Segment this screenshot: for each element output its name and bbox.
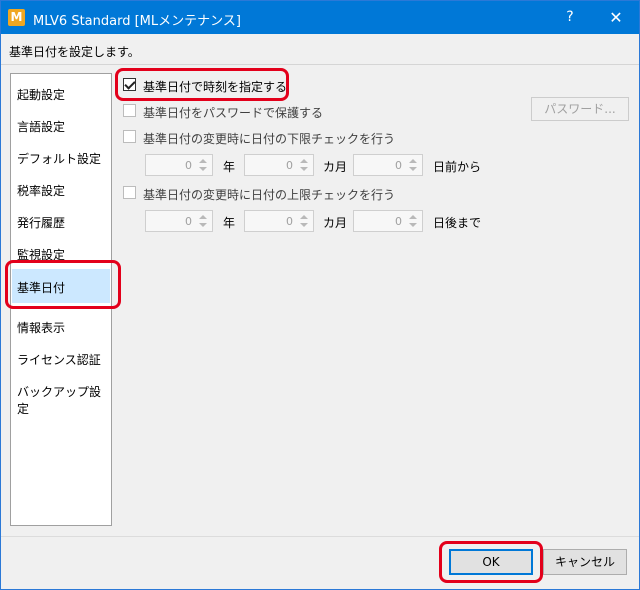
sidebar-item-label: 税率設定 bbox=[17, 184, 66, 198]
upper-month-unit: カ月 bbox=[323, 216, 348, 230]
upper-year-spinner[interactable]: 0 bbox=[145, 210, 213, 232]
upper-day-unit: 日後まで bbox=[433, 216, 482, 230]
spinner-arrows bbox=[298, 157, 310, 173]
spin-up-icon[interactable] bbox=[300, 215, 308, 219]
spin-down-icon[interactable] bbox=[300, 167, 308, 171]
help-button[interactable]: ? bbox=[547, 1, 593, 34]
sidebar-item-issue-history[interactable]: 発行履歴 bbox=[12, 205, 110, 237]
password-protect-checkbox[interactable] bbox=[123, 104, 136, 117]
sidebar-item-info-display[interactable]: 情報表示 bbox=[12, 310, 110, 342]
lower-day-value: 0 bbox=[395, 159, 402, 172]
lower-day-unit: 日前から bbox=[433, 160, 482, 174]
lower-limit-checkbox-row[interactable]: 基準日付の変更時に日付の下限チェックを行う bbox=[123, 128, 395, 146]
close-button[interactable]: ✕ bbox=[593, 1, 639, 34]
lower-limit-label: 基準日付の変更時に日付の下限チェックを行う bbox=[143, 132, 396, 146]
spinner-arrows bbox=[197, 157, 209, 173]
sidebar-item-label: 言語設定 bbox=[17, 120, 66, 134]
lower-year-spinner[interactable]: 0 bbox=[145, 154, 213, 176]
password-button[interactable]: パスワード... bbox=[531, 97, 629, 121]
title-bar: M MLV6 Standard [MLメンテナンス] ? ✕ bbox=[1, 1, 639, 34]
spinner-arrows bbox=[197, 213, 209, 229]
spin-down-icon[interactable] bbox=[409, 167, 417, 171]
lower-limit-checkbox[interactable] bbox=[123, 130, 136, 143]
sidebar-item-label: 発行履歴 bbox=[17, 216, 66, 230]
sidebar-item-tax-rate[interactable]: 税率設定 bbox=[12, 173, 110, 205]
sidebar-item-label: 起動設定 bbox=[17, 88, 66, 102]
spin-down-icon[interactable] bbox=[199, 223, 207, 227]
sidebar-item-default[interactable]: デフォルト設定 bbox=[12, 141, 110, 173]
spinner-arrows bbox=[407, 213, 419, 229]
upper-year-unit: 年 bbox=[223, 216, 236, 230]
cancel-button[interactable]: キャンセル bbox=[543, 549, 627, 575]
upper-day-spinner[interactable]: 0 bbox=[353, 210, 423, 232]
upper-limit-checkbox[interactable] bbox=[123, 186, 136, 199]
spin-up-icon[interactable] bbox=[199, 215, 207, 219]
spin-up-icon[interactable] bbox=[409, 159, 417, 163]
spin-up-icon[interactable] bbox=[300, 159, 308, 163]
sidebar-item-label: バックアップ設定 bbox=[17, 385, 102, 416]
sidebar-item-startup[interactable]: 起動設定 bbox=[12, 77, 110, 109]
upper-year-value: 0 bbox=[185, 215, 192, 228]
upper-month-value: 0 bbox=[286, 215, 293, 228]
spinner-arrows bbox=[298, 213, 310, 229]
lower-month-spinner[interactable]: 0 bbox=[244, 154, 314, 176]
lower-year-value: 0 bbox=[185, 159, 192, 172]
upper-month-spinner[interactable]: 0 bbox=[244, 210, 314, 232]
highlight-ok-button bbox=[439, 541, 543, 583]
spin-up-icon[interactable] bbox=[199, 159, 207, 163]
description-text: 基準日付を設定します。 bbox=[9, 45, 140, 59]
upper-limit-label: 基準日付の変更時に日付の上限チェックを行う bbox=[143, 188, 396, 202]
lower-month-value: 0 bbox=[286, 159, 293, 172]
sidebar-item-label: ライセンス認証 bbox=[17, 353, 101, 367]
spin-up-icon[interactable] bbox=[409, 215, 417, 219]
sidebar-item-label: 情報表示 bbox=[17, 321, 66, 335]
sidebar-item-license[interactable]: ライセンス認証 bbox=[12, 342, 110, 374]
password-protect-checkbox-row[interactable]: 基準日付をパスワードで保護する bbox=[123, 102, 323, 120]
lower-month-unit: カ月 bbox=[323, 160, 348, 174]
sidebar-item-label: デフォルト設定 bbox=[17, 152, 102, 166]
sidebar-item-backup[interactable]: バックアップ設定 bbox=[12, 374, 110, 416]
sidebar-item-language[interactable]: 言語設定 bbox=[12, 109, 110, 141]
spin-down-icon[interactable] bbox=[199, 167, 207, 171]
spinner-arrows bbox=[407, 157, 419, 173]
upper-day-value: 0 bbox=[395, 215, 402, 228]
spin-down-icon[interactable] bbox=[409, 223, 417, 227]
app-logo-icon: M bbox=[8, 9, 25, 26]
settings-dialog: M MLV6 Standard [MLメンテナンス] ? ✕ 基準日付を設定しま… bbox=[0, 0, 640, 590]
description-bar: 基準日付を設定します。 bbox=[1, 34, 639, 65]
spin-down-icon[interactable] bbox=[300, 223, 308, 227]
password-protect-label: 基準日付をパスワードで保護する bbox=[143, 106, 324, 120]
lower-day-spinner[interactable]: 0 bbox=[353, 154, 423, 176]
highlight-specify-time bbox=[115, 68, 289, 101]
footer-divider bbox=[1, 536, 639, 537]
upper-limit-checkbox-row[interactable]: 基準日付の変更時に日付の上限チェックを行う bbox=[123, 184, 395, 202]
lower-year-unit: 年 bbox=[223, 160, 236, 174]
window-title: MLV6 Standard [MLメンテナンス] bbox=[33, 14, 241, 29]
highlight-base-date-item bbox=[5, 260, 121, 309]
